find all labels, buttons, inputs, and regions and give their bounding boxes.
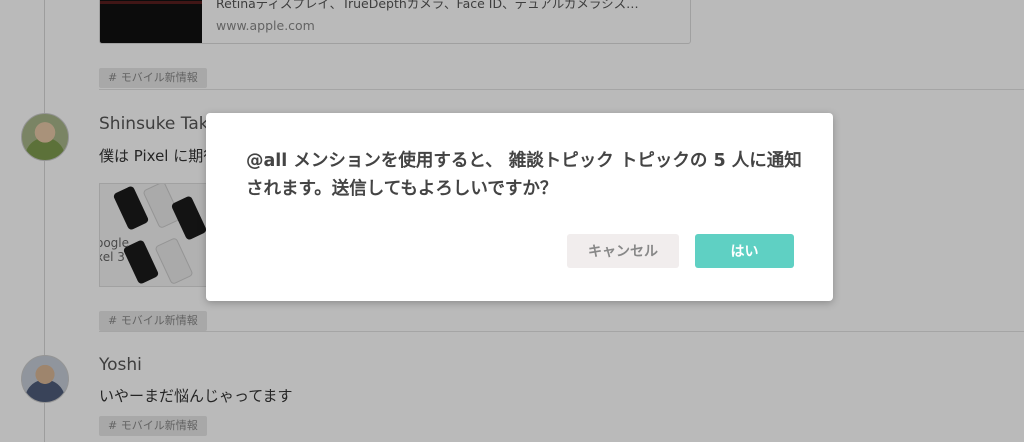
dialog-message: @all メンションを使用すると、 雑談トピック トピックの 5 人に通知されま… — [246, 151, 802, 199]
mention-confirm-dialog: @all メンションを使用すると、 雑談トピック トピックの 5 人に通知されま… — [206, 113, 833, 301]
confirm-button[interactable]: はい — [695, 234, 794, 268]
cancel-button[interactable]: キャンセル — [567, 234, 679, 268]
